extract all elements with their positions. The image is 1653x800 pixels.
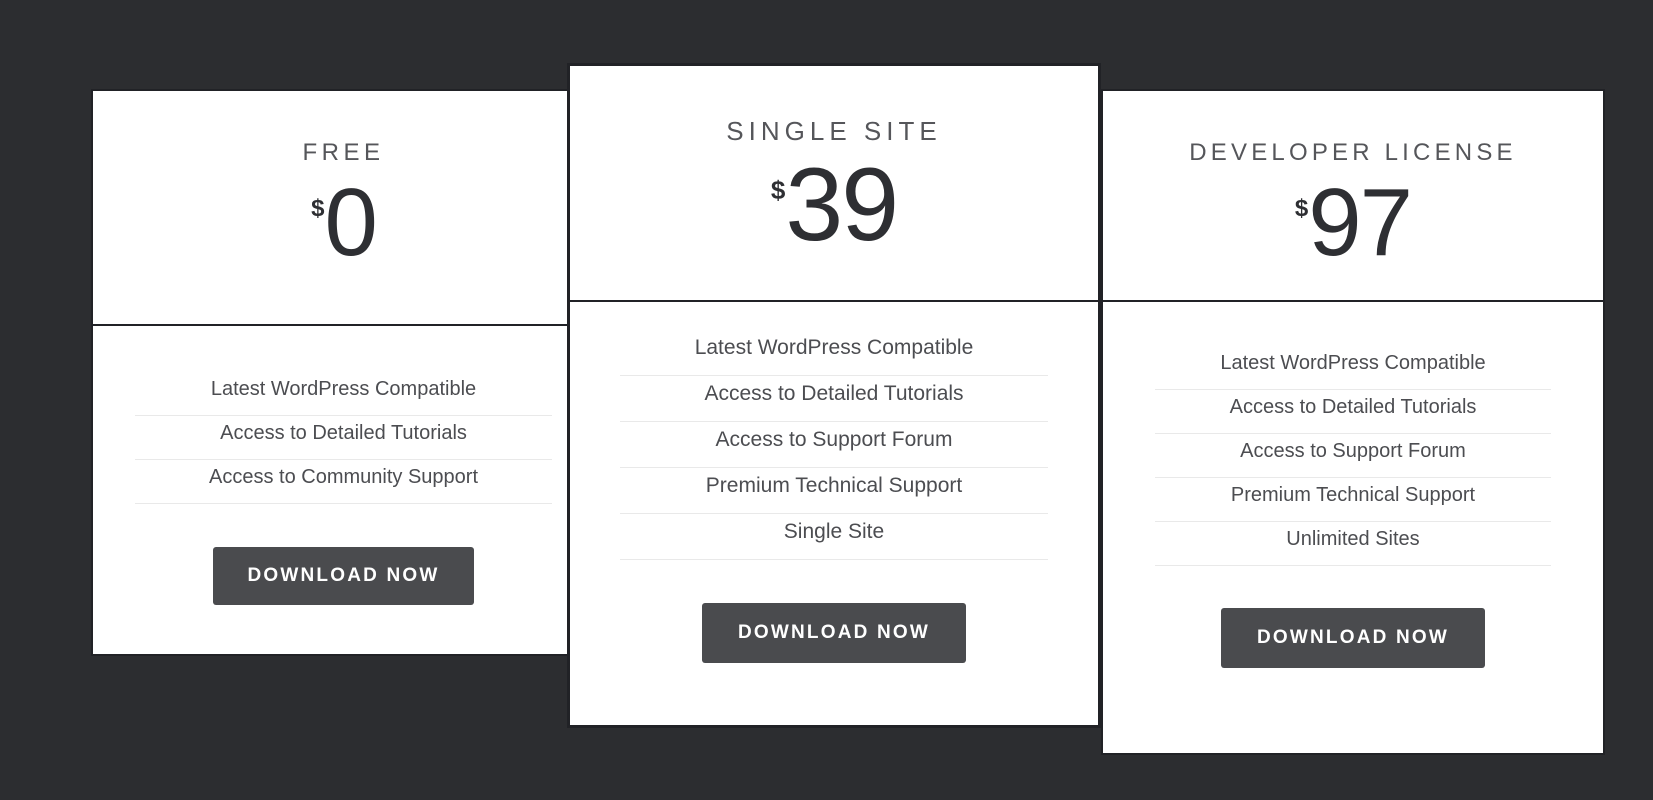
pricing-card-developer-license[interactable]: DEVELOPER LICENSE $97 Latest WordPress C…: [1101, 89, 1605, 755]
list-item: Unlimited Sites: [1155, 522, 1551, 566]
list-item: Premium Technical Support: [620, 468, 1048, 514]
plan-body-single-site: Latest WordPress Compatible Access to De…: [570, 302, 1098, 725]
currency-symbol: $: [770, 175, 786, 205]
list-item: Premium Technical Support: [1155, 478, 1551, 522]
price-amount: 0: [324, 169, 377, 276]
plan-body-free: Latest WordPress Compatible Access to De…: [93, 326, 594, 654]
list-item: Access to Detailed Tutorials: [620, 376, 1048, 422]
plan-body-developer-license: Latest WordPress Compatible Access to De…: [1103, 302, 1603, 753]
download-now-button-free[interactable]: DOWNLOAD NOW: [213, 547, 474, 605]
list-item: Latest WordPress Compatible: [620, 330, 1048, 376]
pricing-card-free[interactable]: FREE $0 Latest WordPress Compatible Acce…: [91, 89, 596, 656]
list-item: Access to Support Forum: [620, 422, 1048, 468]
list-item: Access to Community Support: [135, 460, 552, 504]
feature-list-single-site: Latest WordPress Compatible Access to De…: [570, 302, 1098, 560]
plan-header-free: FREE $0: [93, 91, 594, 326]
plan-name-free: FREE: [302, 139, 385, 166]
price-amount: 97: [1308, 169, 1413, 276]
plan-price-single-site: $39: [570, 153, 1098, 257]
feature-list-developer-license: Latest WordPress Compatible Access to De…: [1103, 302, 1603, 566]
feature-list-free: Latest WordPress Compatible Access to De…: [93, 326, 594, 504]
download-now-button-single-site[interactable]: DOWNLOAD NOW: [701, 603, 967, 663]
plan-name-developer-license: DEVELOPER LICENSE: [1189, 139, 1517, 166]
list-item: Single Site: [620, 514, 1048, 560]
price-amount: 39: [785, 147, 899, 263]
plan-header-developer-license: DEVELOPER LICENSE $97: [1103, 91, 1603, 302]
plan-name-single-site: SINGLE SITE: [726, 116, 942, 146]
currency-symbol: $: [1294, 195, 1309, 222]
list-item: Access to Support Forum: [1155, 434, 1551, 478]
plan-header-single-site: SINGLE SITE $39: [570, 66, 1098, 302]
pricing-card-single-site[interactable]: SINGLE SITE $39 Latest WordPress Compati…: [567, 63, 1101, 728]
list-item: Access to Detailed Tutorials: [1155, 390, 1551, 434]
download-now-button-developer-license[interactable]: DOWNLOAD NOW: [1220, 608, 1486, 668]
plan-price-developer-license: $97: [1103, 175, 1603, 271]
pricing-table: FREE $0 Latest WordPress Compatible Acce…: [0, 0, 1653, 800]
list-item: Latest WordPress Compatible: [1155, 346, 1551, 390]
list-item: Latest WordPress Compatible: [135, 372, 552, 416]
currency-symbol: $: [311, 195, 325, 222]
list-item: Access to Detailed Tutorials: [135, 416, 552, 460]
plan-price-free: $0: [93, 175, 594, 271]
